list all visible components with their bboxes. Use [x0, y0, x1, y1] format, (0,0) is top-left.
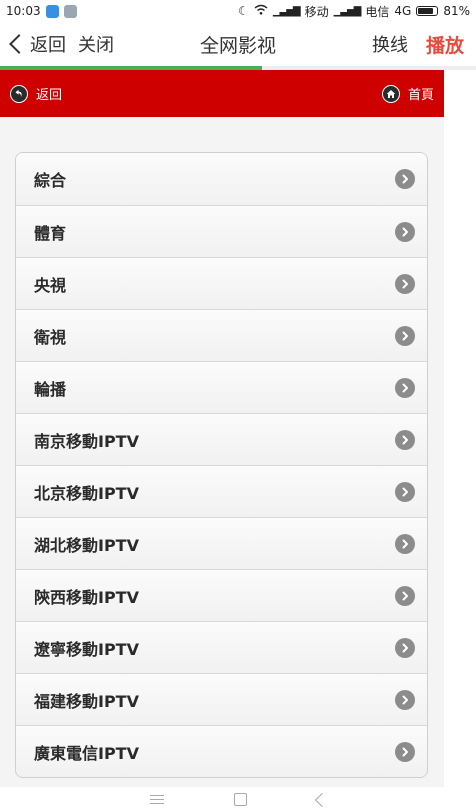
network-type: 4G	[394, 4, 412, 18]
chevron-right-icon	[395, 585, 415, 606]
list-item[interactable]: 南京移動IPTV	[16, 413, 427, 465]
list-item[interactable]: 體育	[16, 205, 427, 257]
status-time: 10:03	[6, 4, 41, 18]
close-button[interactable]: 关闭	[78, 31, 114, 57]
play-button[interactable]: 播放	[426, 31, 464, 58]
app-icon	[63, 4, 77, 18]
back-icon[interactable]	[314, 792, 329, 807]
chevron-right-icon	[395, 377, 415, 398]
title-bar: 返回 关闭 全网影视 换线 播放	[0, 22, 476, 66]
list-item-label: 央視	[34, 275, 67, 295]
right-margin	[444, 70, 476, 787]
carrier-1: 移动	[304, 4, 329, 19]
status-left: 10:03	[6, 4, 77, 18]
carrier-2: 电信	[365, 4, 390, 19]
back-button[interactable]: 返回	[4, 31, 66, 57]
home-label: 首頁	[407, 88, 434, 103]
list-item[interactable]: 湖北移動IPTV	[16, 517, 427, 569]
list-item-label: 體育	[34, 223, 67, 243]
channel-list: 綜合體育央視衛視輪播南京移動IPTV 北京移動IPTV 湖北移動IPTV 陝西移動IP…	[15, 152, 428, 778]
home-square-icon[interactable]	[233, 793, 247, 806]
moon-icon: ☾	[238, 4, 249, 18]
chevron-right-icon	[395, 429, 415, 450]
chevron-right-icon	[395, 741, 415, 762]
status-right: ☾ ▁▃▅▇ 移动 ▁▃▅▇ 电信 4G 81%	[238, 3, 470, 20]
list-item[interactable]: 衛視	[16, 309, 427, 361]
list-item[interactable]: 央視	[16, 257, 427, 309]
list-item-label: 北京移動IPTV	[34, 483, 139, 503]
signal-icon: ▁▃▅▇	[333, 5, 362, 17]
home-button[interactable]: 首頁	[381, 84, 434, 103]
list-item[interactable]: 福建移動IPTV	[16, 673, 427, 725]
list-item-label: 湖北移動IPTV	[34, 535, 139, 555]
list-item[interactable]: 廣東電信IPTV	[16, 725, 427, 777]
back-label: 返回	[30, 35, 66, 56]
list-item[interactable]: 陝西移動IPTV	[16, 569, 427, 621]
chevron-right-icon	[395, 533, 415, 554]
list-item-label: 廣東電信IPTV	[34, 743, 139, 763]
title-actions: 换线 播放	[372, 31, 464, 58]
battery-percent: 81%	[443, 4, 470, 18]
back-arrow-icon	[10, 84, 28, 103]
chevron-right-icon	[395, 481, 415, 502]
chevron-right-icon	[395, 637, 415, 658]
list-item-label: 綜合	[34, 171, 67, 190]
system-nav-bar	[0, 787, 476, 812]
list-item[interactable]: 北京移動IPTV	[16, 465, 427, 517]
signal-icon: ▁▃▅▇	[272, 5, 301, 17]
list-item-label: 福建移動IPTV	[34, 691, 139, 711]
sub-nav-bar: 返回 首頁	[0, 70, 444, 117]
chevron-right-icon	[395, 689, 415, 710]
app-icon	[45, 4, 59, 18]
sub-back-label: 返回	[36, 88, 63, 103]
switch-line-button[interactable]: 换线	[372, 31, 408, 57]
list-item-label: 衛視	[34, 327, 67, 347]
chevron-right-icon	[395, 169, 415, 189]
chevron-right-icon	[395, 325, 415, 346]
list-item[interactable]: 遼寧移動IPTV	[16, 621, 427, 673]
list-item-label: 輪播	[34, 379, 67, 399]
wifi-icon	[254, 4, 268, 18]
chevron-right-icon	[395, 221, 415, 242]
chevron-left-icon	[9, 34, 29, 54]
list-item-label: 陝西移動IPTV	[34, 587, 139, 607]
list-item-label: 南京移動IPTV	[34, 431, 139, 451]
status-bar: 10:03 ☾ ▁▃▅▇ 移动 ▁▃▅▇ 电信 4G 81%	[0, 0, 476, 22]
list-item[interactable]: 輪播	[16, 361, 427, 413]
home-icon	[381, 84, 400, 103]
battery-fill	[418, 8, 433, 14]
battery-icon	[416, 6, 439, 16]
sub-back-button[interactable]: 返回	[10, 84, 62, 103]
chevron-right-icon	[395, 273, 415, 294]
list-item-label: 遼寧移動IPTV	[34, 639, 139, 659]
list-item[interactable]: 綜合	[16, 153, 427, 205]
menu-icon[interactable]	[149, 795, 164, 804]
